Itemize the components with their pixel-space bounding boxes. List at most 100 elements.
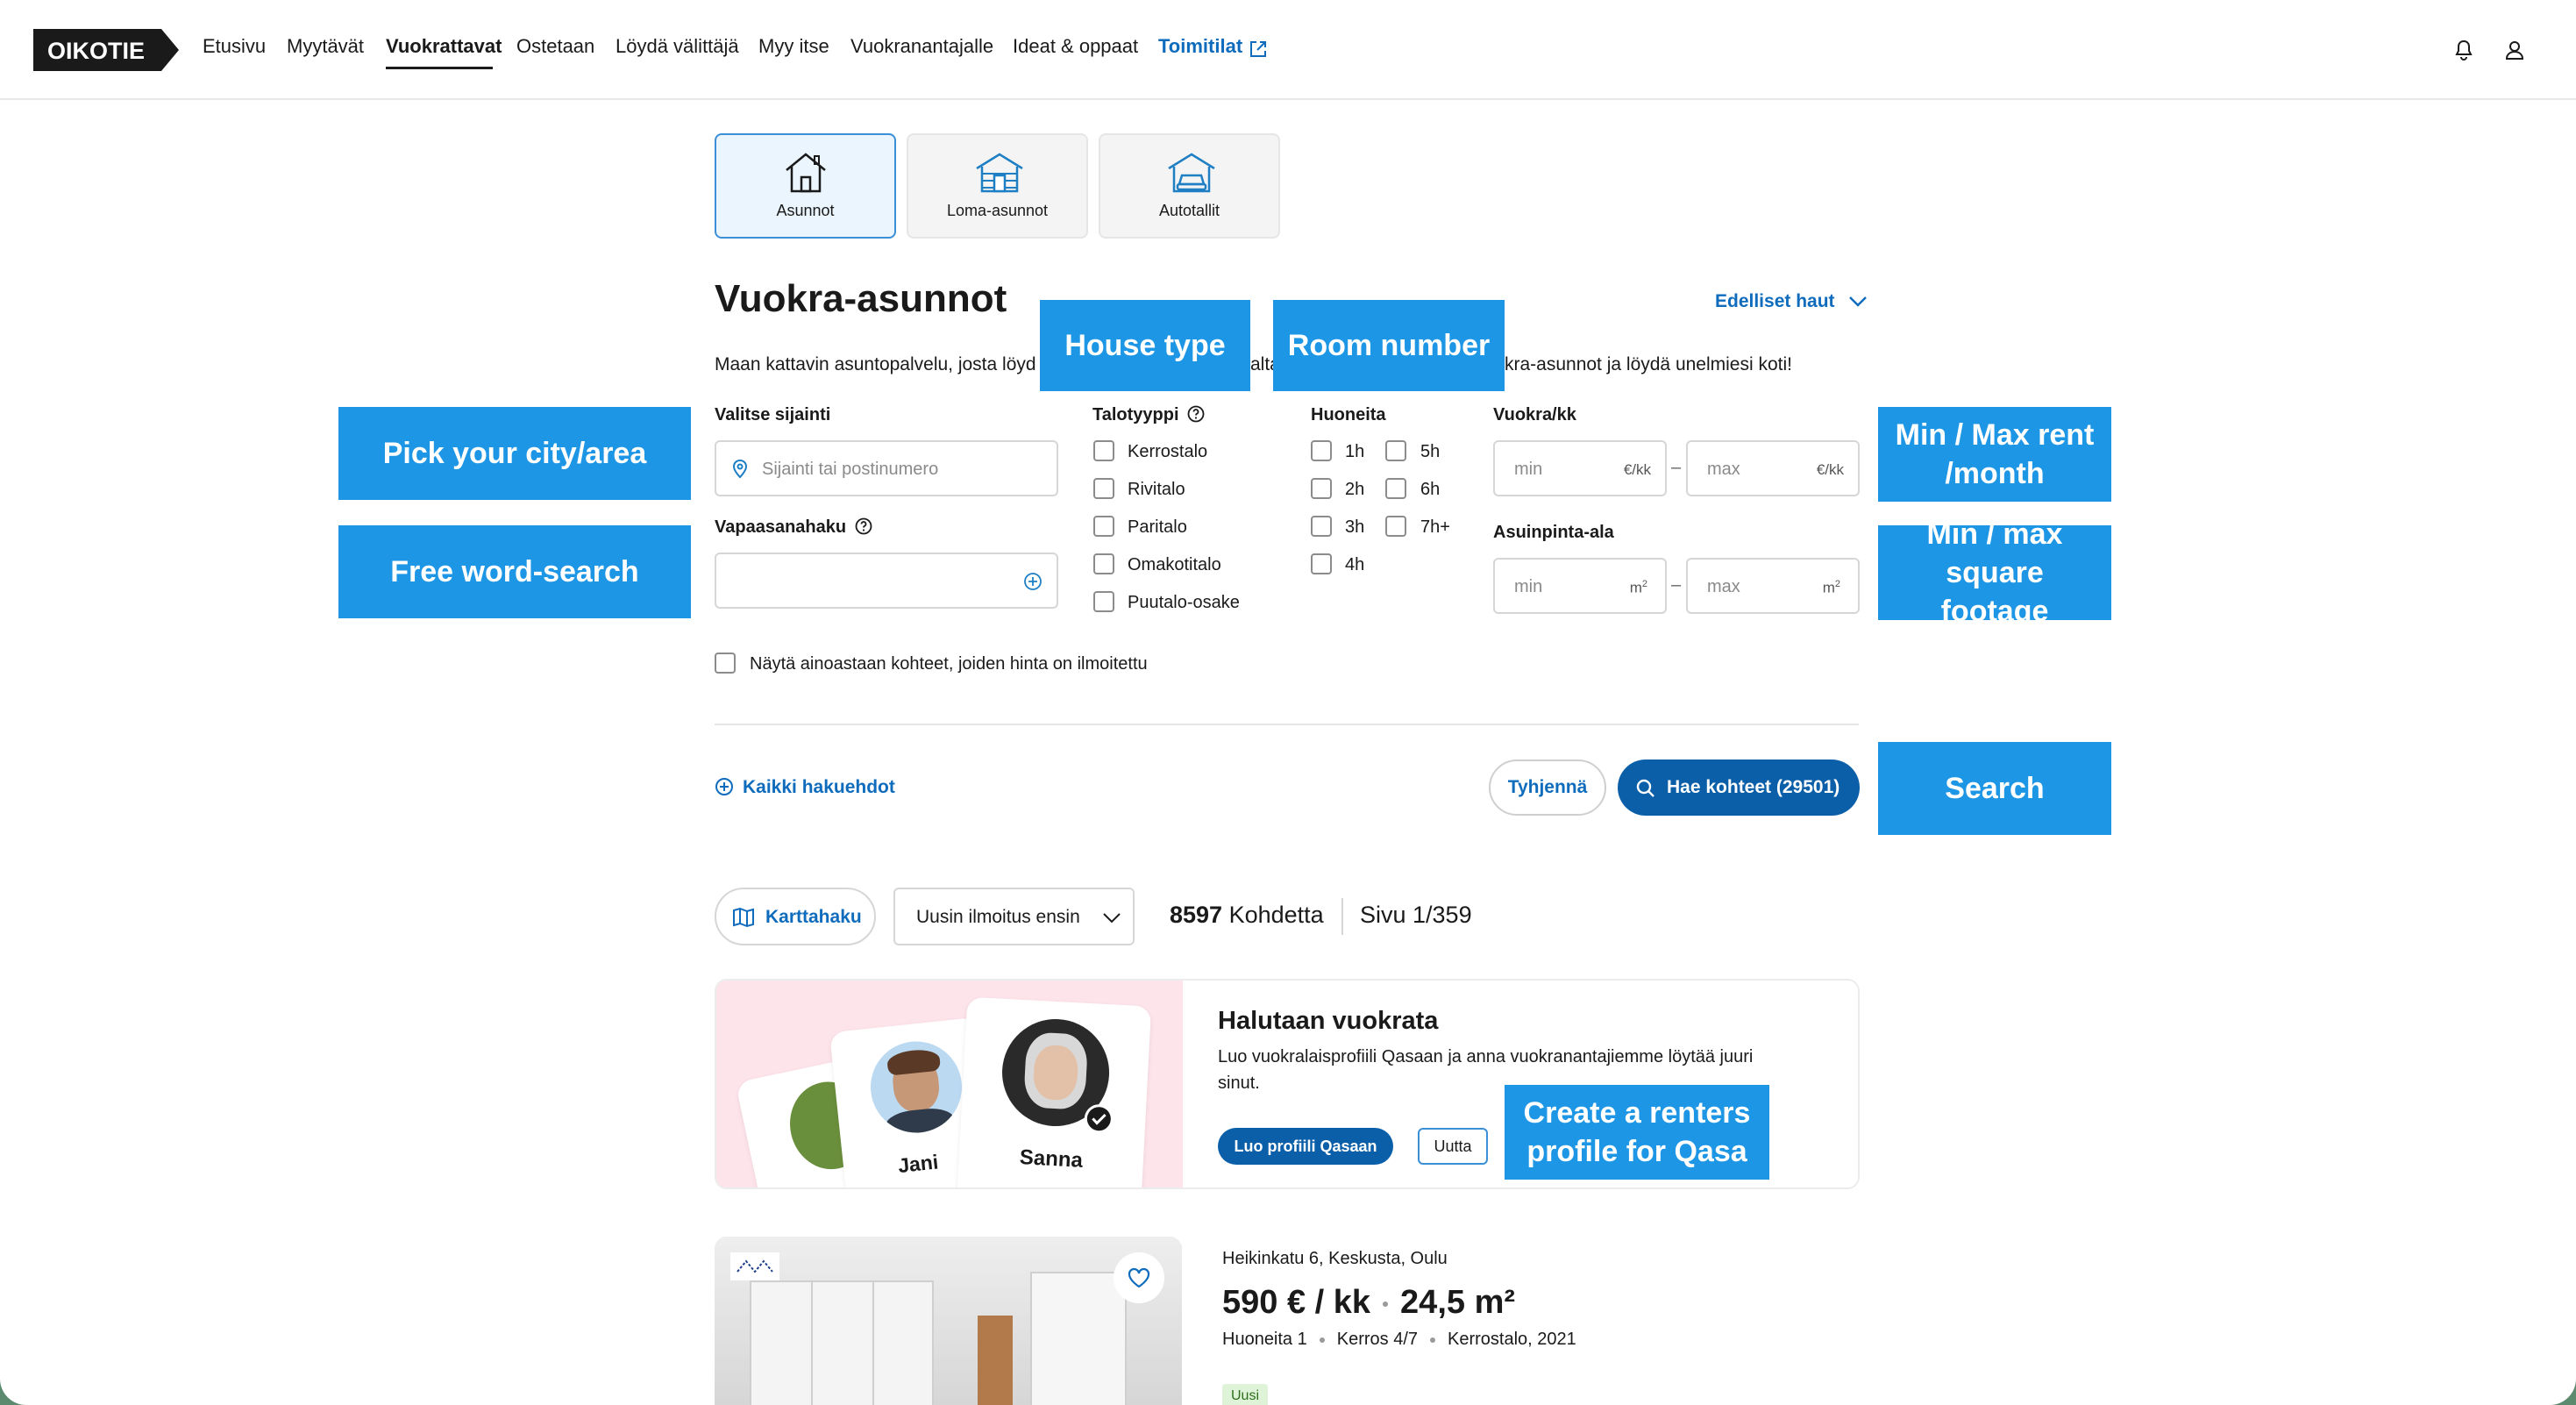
area-min-input[interactable]: min m2	[1493, 558, 1667, 614]
area-unit-sup: 2	[1834, 579, 1840, 589]
rent-label: Vuokra/kk	[1493, 405, 1576, 424]
house-type-checkbox-kerrostalo[interactable]	[1093, 440, 1114, 461]
house-type-option: Kerrostalo	[1128, 442, 1208, 461]
listing-photo[interactable]	[715, 1237, 1182, 1405]
results-separator	[1341, 898, 1343, 935]
map-icon	[733, 907, 754, 928]
house-type-option: Paritalo	[1128, 517, 1187, 537]
nav-active-underline	[386, 67, 493, 69]
rooms-option: 6h	[1420, 480, 1441, 499]
house-type-checkbox-omakotitalo[interactable]	[1093, 553, 1114, 574]
all-criteria-link[interactable]: Kaikki hakuehdot	[715, 777, 895, 798]
annotation-house-type: House type	[1040, 300, 1250, 391]
listing-floor: Kerros 4/7	[1336, 1330, 1419, 1349]
rooms-checkbox-4h[interactable]	[1311, 553, 1332, 574]
filters-divider	[715, 724, 1859, 725]
price-only-checkbox[interactable]	[715, 653, 736, 674]
nav-myytavat[interactable]: Myytävät	[287, 35, 364, 58]
add-circle-icon[interactable]	[1023, 572, 1042, 591]
location-label: Valitse sijainti	[715, 405, 831, 424]
listing-rooms: Huoneita 1	[1222, 1330, 1307, 1349]
bell-icon[interactable]	[2452, 39, 2475, 61]
separator-dot	[1319, 1337, 1325, 1343]
verified-badge-icon	[1084, 1104, 1114, 1134]
house-type-checkbox-rivitalo[interactable]	[1093, 478, 1114, 499]
listing-price-area: 590 € / kk 24,5 m²	[1222, 1284, 1515, 1322]
rent-max-placeholder: max	[1707, 460, 1740, 479]
nav-toimitilat[interactable]: Toimitilat	[1158, 35, 1242, 58]
freeword-label: Vapaasanahaku	[715, 517, 872, 538]
listing-address[interactable]: Heikinkatu 6, Keskusta, Oulu	[1222, 1249, 1448, 1269]
type-tile-asunnot[interactable]: Asunnot	[715, 133, 896, 239]
add-circle-icon	[715, 778, 733, 795]
favorite-button[interactable]	[1114, 1252, 1164, 1303]
profile-name: Sanna	[1019, 1145, 1084, 1173]
search-button[interactable]: Hae kohteet (29501)	[1618, 760, 1860, 816]
nav-myy-itse[interactable]: Myy itse	[758, 35, 829, 58]
external-link-icon	[1250, 41, 1266, 57]
freeword-input[interactable]	[715, 553, 1058, 609]
nav-vuokrattavat[interactable]: Vuokrattavat	[386, 35, 502, 58]
rent-min-input[interactable]: min €/kk	[1493, 440, 1667, 496]
clear-button[interactable]: Tyhjennä	[1489, 760, 1606, 816]
previous-searches-label: Edelliset haut	[1715, 291, 1835, 311]
location-pin-icon	[732, 460, 748, 479]
type-tile-autotallit[interactable]: Autotallit	[1099, 133, 1280, 239]
rooms-checkbox-5h[interactable]	[1385, 440, 1406, 461]
create-profile-button[interactable]: Luo profiili Qasaan	[1218, 1128, 1393, 1165]
area-max-input[interactable]: max m2	[1686, 558, 1860, 614]
result-count-number: 8597	[1170, 902, 1223, 928]
help-icon[interactable]	[855, 517, 872, 535]
rooms-option: 7h+	[1420, 517, 1450, 537]
chevron-down-icon	[1849, 296, 1868, 308]
nav-etusivu[interactable]: Etusivu	[203, 35, 266, 58]
nav-loyda-valittaja[interactable]: Löydä välittäjä	[616, 35, 739, 58]
shirt	[883, 1106, 957, 1138]
help-icon[interactable]	[1187, 405, 1205, 423]
area-label: Asuinpinta-ala	[1493, 523, 1614, 542]
profile-card-sanna: Sanna	[956, 996, 1152, 1187]
all-criteria-label: Kaikki hakuehdot	[743, 777, 895, 797]
cabinet-line	[811, 1280, 813, 1405]
rooms-checkbox-7h-plus[interactable]	[1385, 516, 1406, 537]
map-search-button[interactable]: Karttahaku	[715, 888, 876, 945]
promo-title: Halutaan vuokrata	[1218, 1007, 1439, 1035]
sort-select[interactable]: Uusin ilmoitus ensin	[893, 888, 1135, 945]
nav-ostetaan[interactable]: Ostetaan	[516, 35, 594, 58]
promo-illustration: Jani Sanna	[716, 981, 1183, 1187]
result-count: 8597 Kohdetta	[1170, 902, 1324, 929]
rooms-label: Huoneita	[1311, 405, 1386, 424]
oikotie-logo[interactable]: OIKOTIE	[33, 29, 179, 71]
area-max-unit: m2	[1823, 579, 1840, 597]
type-tile-loma-asunnot[interactable]: Loma-asunnot	[907, 133, 1088, 239]
rooms-option: 1h	[1345, 442, 1365, 461]
house-type-label: Talotyyppi	[1092, 405, 1205, 425]
area-min-unit: m2	[1630, 579, 1647, 597]
area-range-dash: –	[1671, 575, 1682, 595]
house-type-label-text: Talotyyppi	[1092, 405, 1179, 424]
page-indicator: Sivu 1/359	[1360, 902, 1472, 928]
listing-meta: Huoneita 1 Kerros 4/7 Kerrostalo, 2021	[1222, 1330, 1576, 1350]
house-type-checkbox-paritalo[interactable]	[1093, 516, 1114, 537]
rent-max-unit: €/kk	[1816, 461, 1844, 478]
jani-avatar	[865, 1037, 967, 1138]
listing-area: 24,5 m²	[1400, 1284, 1516, 1321]
nav-ideat-oppaat[interactable]: Ideat & oppaat	[1013, 35, 1138, 58]
listing-price: 590 € / kk	[1222, 1284, 1371, 1321]
area-max-placeholder: max	[1707, 577, 1740, 596]
rent-max-input[interactable]: max €/kk	[1686, 440, 1860, 496]
rooms-checkbox-2h[interactable]	[1311, 478, 1332, 499]
house-type-checkbox-puutalo-osake[interactable]	[1093, 591, 1114, 612]
location-placeholder: Sijainti tai postinumero	[762, 460, 939, 479]
page-title: Vuokra-asunnot	[715, 277, 1007, 320]
location-input[interactable]: Sijainti tai postinumero	[715, 440, 1058, 496]
rooms-checkbox-6h[interactable]	[1385, 478, 1406, 499]
rooms-checkbox-1h[interactable]	[1311, 440, 1332, 461]
intro-text-left: Maan kattavin asuntopalvelu, josta löyd	[715, 354, 1036, 374]
freeword-label-text: Vapaasanahaku	[715, 517, 847, 537]
previous-searches-link[interactable]: Edelliset haut	[1715, 291, 1868, 312]
nav-vuokranantajalle[interactable]: Vuokranantajalle	[850, 35, 993, 58]
sort-value: Uusin ilmoitus ensin	[916, 907, 1080, 927]
rooms-checkbox-3h[interactable]	[1311, 516, 1332, 537]
user-icon[interactable]	[2503, 39, 2526, 61]
